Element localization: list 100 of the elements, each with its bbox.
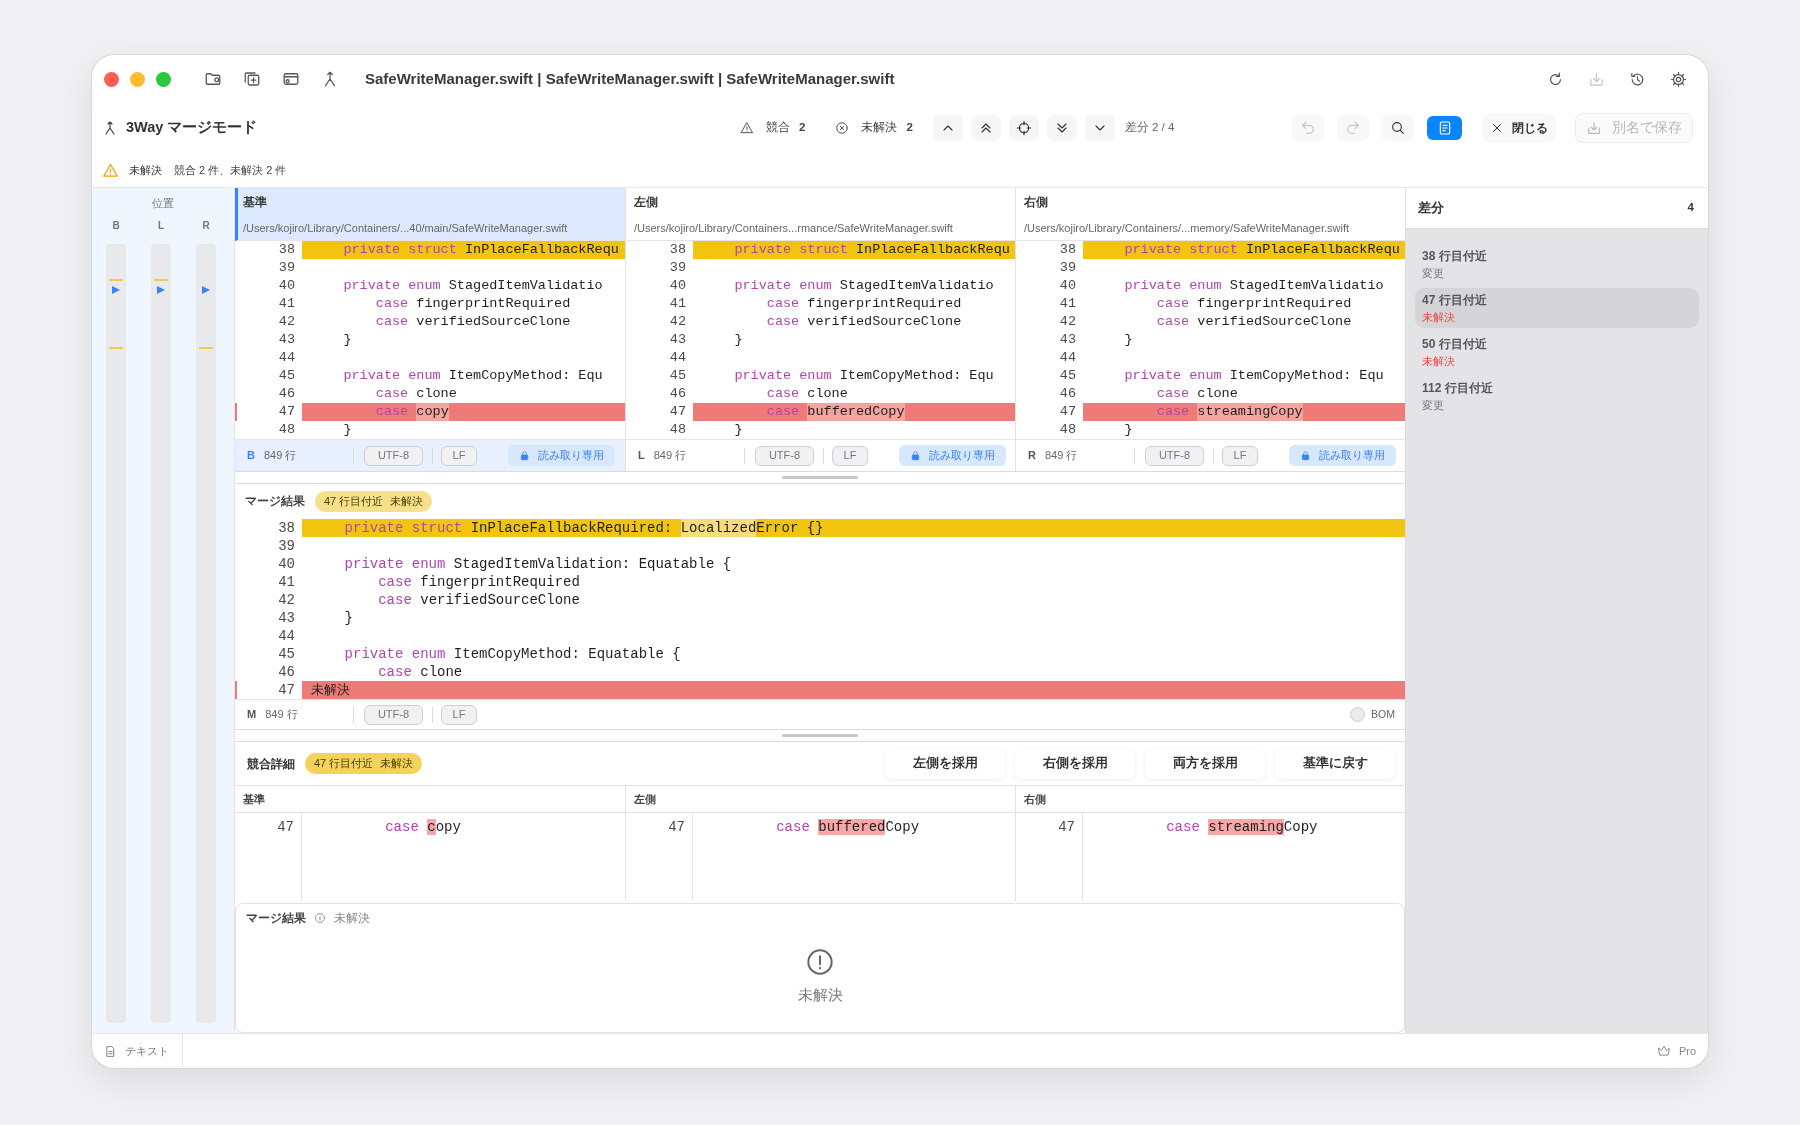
counter-value: 2 xyxy=(906,120,913,136)
line-location-label: 47 行目付近 xyxy=(314,756,374,772)
line-number: 39 xyxy=(1058,259,1076,277)
lock-icon xyxy=(1300,450,1311,461)
banner-status: 未解決 xyxy=(129,162,162,178)
close-button[interactable]: 閉じる xyxy=(1482,114,1556,142)
line-number: 41 xyxy=(668,295,686,313)
diff-list-item[interactable]: 112 行目付近 変更 xyxy=(1415,376,1699,416)
code-line: private enum ItemCopyMethod: Equ xyxy=(734,367,994,385)
code-line: case streamingCopy xyxy=(1166,818,1318,836)
encoding-button[interactable]: UTF-8 xyxy=(1145,445,1204,466)
splitter-handle[interactable] xyxy=(782,734,858,737)
encoding-button[interactable]: UTF-8 xyxy=(364,704,423,725)
line-number: 44 xyxy=(668,349,686,367)
line-ending-button[interactable]: LF xyxy=(832,445,868,466)
zoom-window-button[interactable] xyxy=(156,71,171,87)
line-number: 48 xyxy=(277,421,295,439)
line-number: 48 xyxy=(1058,421,1076,439)
line-number: 40 xyxy=(668,277,686,295)
code-line: case fingerprintRequired xyxy=(378,573,580,591)
resolve-button[interactable]: 右側を採用 xyxy=(1015,748,1135,779)
diff-list-item[interactable]: 50 行目付近 未解決 xyxy=(1415,332,1699,372)
current-diff-button[interactable] xyxy=(1008,115,1039,141)
line-number: 42 xyxy=(668,313,686,331)
resolve-button[interactable]: 基準に戻す xyxy=(1275,748,1395,779)
counter-label: 競合 xyxy=(766,120,790,136)
window-title: SafeWriteManager.swift | SafeWriteManager.swift | SafeWriteManager.swift xyxy=(365,68,895,89)
bom-checkbox[interactable] xyxy=(1350,707,1366,722)
mode-title: 3Way マージモード xyxy=(126,118,258,138)
add-window-icon xyxy=(243,70,261,88)
code-line: case copy xyxy=(385,818,461,836)
code-line: private enum StagedItemValidatio xyxy=(734,277,994,295)
code-line: case clone xyxy=(766,385,848,403)
read-only-toggle[interactable]: 読み取り専用 xyxy=(508,445,615,466)
encoding-button[interactable]: UTF-8 xyxy=(755,445,814,466)
diff-list-item[interactable]: 38 行目付近 変更 xyxy=(1415,244,1699,284)
resolve-button[interactable]: 両方を採用 xyxy=(1145,748,1265,779)
encoding-button[interactable]: UTF-8 xyxy=(364,445,423,466)
previous-diff-button[interactable] xyxy=(932,115,963,141)
close-window-button[interactable] xyxy=(104,71,119,87)
line-ending-button[interactable]: LF xyxy=(1222,445,1258,466)
position-marker-icon xyxy=(157,286,165,294)
result-status: 未解決 xyxy=(334,911,370,926)
line-number: 47 xyxy=(235,403,295,421)
line-ending-button[interactable]: LF xyxy=(441,445,477,466)
section-title: マージ結果 xyxy=(245,493,305,509)
line-number: 39 xyxy=(277,537,295,555)
code-line: private enum StagedItemValidatio xyxy=(1124,277,1384,295)
line-number: 47 xyxy=(1058,818,1075,836)
read-only-toggle[interactable]: 読み取り専用 xyxy=(1289,445,1396,466)
undo-icon xyxy=(1300,120,1316,136)
lock-icon xyxy=(519,450,530,461)
pane-tag: R xyxy=(1028,447,1036,464)
code-line: private enum StagedItemValidation: Equatable { xyxy=(344,555,732,573)
minimize-window-button[interactable] xyxy=(130,71,145,87)
lock-icon xyxy=(910,450,921,461)
first-diff-button[interactable] xyxy=(970,115,1001,141)
position-marker-icon xyxy=(112,286,120,294)
bom-label: BOM xyxy=(1371,706,1395,722)
redo-icon xyxy=(1345,120,1361,136)
next-diff-button[interactable] xyxy=(1084,115,1115,141)
code-line: case fingerprintRequired xyxy=(1156,295,1352,313)
line-number: 40 xyxy=(1058,277,1076,295)
line-number: 47 xyxy=(668,403,686,421)
ruler-title: 位置 xyxy=(152,196,174,210)
text-mode-button[interactable]: テキスト xyxy=(104,1042,169,1060)
line-number: 46 xyxy=(277,663,295,681)
read-only-toggle[interactable]: 読み取り専用 xyxy=(899,445,1006,466)
error-icon xyxy=(835,121,850,135)
code-line: } xyxy=(734,421,743,439)
file-path: /Users/kojiro/Library/Containers/...40/main/SafeWriteManager.swift xyxy=(243,221,568,236)
code-line: case verifiedSourceClone xyxy=(1156,313,1352,331)
line-number: 47 xyxy=(235,681,295,699)
resolve-button[interactable]: 左側を採用 xyxy=(885,748,1005,779)
conflict-status-label: 未解決 xyxy=(390,494,424,510)
code-line: case clone xyxy=(375,385,457,403)
last-diff-button[interactable] xyxy=(1046,115,1077,141)
history-icon xyxy=(1628,70,1646,88)
banner-message: 競合 2 件、未解決 2 件 xyxy=(174,162,287,178)
line-number: 45 xyxy=(668,367,686,385)
code-line: } xyxy=(734,331,743,349)
search-button[interactable] xyxy=(1382,115,1414,141)
diff-position: 差分 2 / 4 xyxy=(1124,120,1175,136)
code-line: case fingerprintRequired xyxy=(375,295,571,313)
pane-tag: B xyxy=(247,447,255,464)
code-line: case clone xyxy=(1156,385,1238,403)
inspector-button[interactable] xyxy=(1427,116,1462,140)
download-icon xyxy=(1587,70,1605,88)
line-ending-button[interactable]: LF xyxy=(441,704,477,725)
line-number: 44 xyxy=(1058,349,1076,367)
splitter-handle[interactable] xyxy=(782,476,858,479)
download-icon xyxy=(1586,120,1602,136)
diff-list-item[interactable]: 47 行目付近 未解決 xyxy=(1415,288,1699,328)
conflict-status-label: 未解決 xyxy=(380,756,414,772)
change-mark xyxy=(109,347,123,349)
pane-title: 左側 xyxy=(634,195,658,210)
code-line: private enum StagedItemValidatio xyxy=(343,277,603,295)
code-line: case verifiedSourceClone xyxy=(766,313,962,331)
pro-button[interactable]: Pro xyxy=(1656,1042,1696,1060)
code-line: case verifiedSourceClone xyxy=(375,313,571,331)
